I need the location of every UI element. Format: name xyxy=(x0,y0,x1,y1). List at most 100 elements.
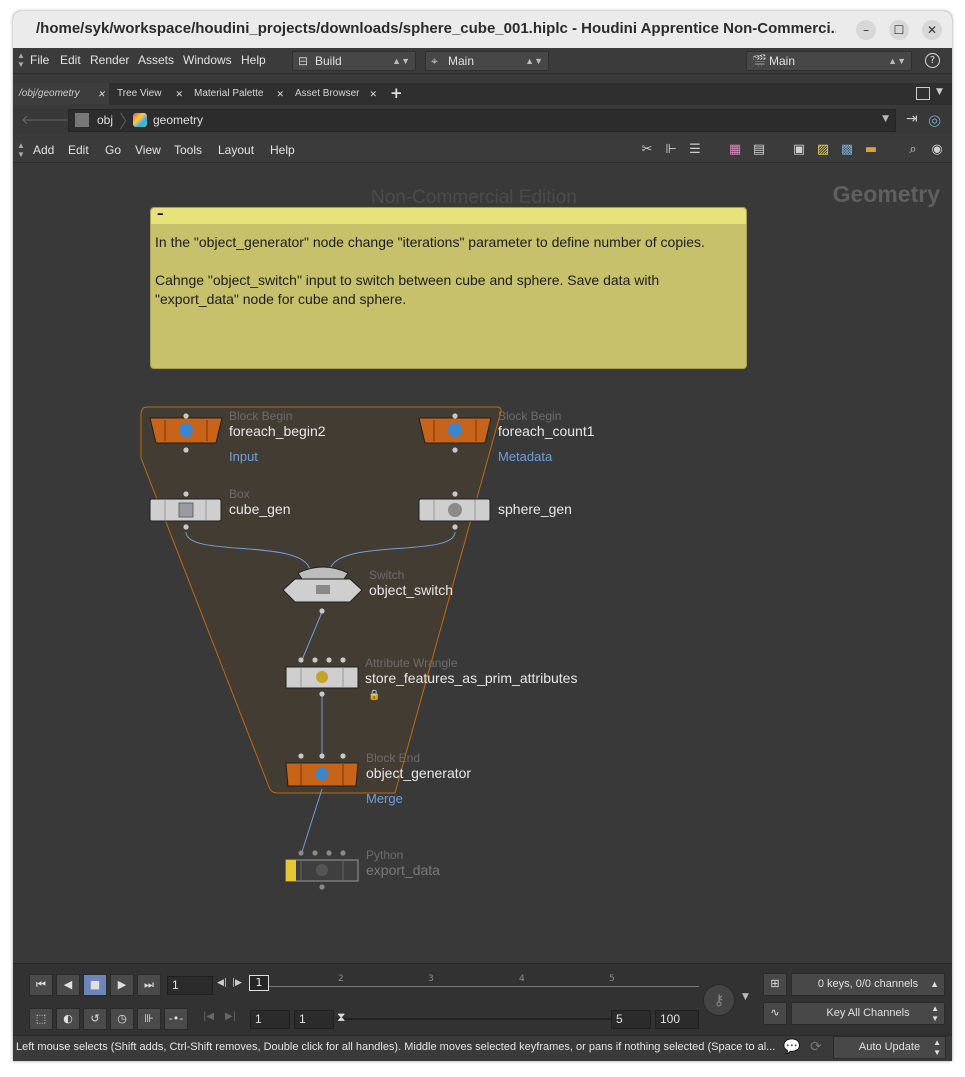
range-slider[interactable]: ⧗ xyxy=(337,1010,613,1025)
auto-update-dropdown[interactable]: Auto Update ▲ ▼ xyxy=(833,1036,946,1059)
menu-edit[interactable]: Edit xyxy=(60,53,81,67)
node-name-label[interactable]: object_generator xyxy=(366,765,471,781)
net-menu-layout[interactable]: Layout xyxy=(218,143,254,157)
key-options-button[interactable]: -•- xyxy=(164,1008,188,1030)
menu-assets[interactable]: Assets xyxy=(138,53,174,67)
desktop-dropdown[interactable]: ⊟ Build ▲▼ xyxy=(292,51,416,71)
package-icon[interactable]: ▬ xyxy=(863,142,879,158)
node-name-label[interactable]: foreach_begin2 xyxy=(229,423,326,439)
channel-list-icon[interactable]: ⊞ xyxy=(763,973,787,996)
tab-material-palette[interactable]: Material Palette ✕ xyxy=(188,83,288,105)
close-tab-icon[interactable]: ✕ xyxy=(369,83,377,105)
minimize-button[interactable]: – xyxy=(856,20,876,40)
tab-asset-browser[interactable]: Asset Browser ✕ xyxy=(289,83,381,105)
curve-editor-icon[interactable]: ∿ xyxy=(763,1002,787,1025)
key-all-channels-dropdown[interactable]: Key All Channels ▲ ▼ xyxy=(791,1002,945,1025)
eye-icon[interactable]: ◉ xyxy=(929,142,945,158)
close-tab-icon[interactable]: ✕ xyxy=(276,83,284,105)
timeline[interactable]: 1 2 3 4 5 xyxy=(249,972,699,996)
menu-windows[interactable]: Windows xyxy=(183,53,232,67)
next-key-icon[interactable]: ▶| xyxy=(225,1011,236,1022)
node-name-label[interactable]: object_switch xyxy=(369,582,453,598)
select-tool-button[interactable]: ⬚ xyxy=(29,1008,53,1030)
menu-file[interactable]: File xyxy=(30,53,49,67)
audio-button[interactable]: ◐ xyxy=(56,1008,80,1030)
tree-icon[interactable]: ⊩ xyxy=(663,142,679,158)
range-start-field[interactable]: 1 xyxy=(294,1010,334,1029)
last-frame-button[interactable]: ⏭ xyxy=(137,974,161,996)
range-end-field[interactable]: 5 xyxy=(611,1010,651,1029)
stop-button[interactable]: ■ xyxy=(83,974,107,996)
start-frame-field[interactable]: 1 xyxy=(250,1010,290,1029)
node-name-label[interactable]: cube_gen xyxy=(229,501,291,517)
network-dropdown[interactable]: ⌖ Main ▲▼ xyxy=(425,51,549,71)
network-box-icon[interactable]: ▣ xyxy=(791,142,807,158)
pin-icon[interactable]: ⇥ xyxy=(906,111,918,127)
key-icon[interactable]: ⚷ xyxy=(703,984,735,1016)
pane-layout-icon[interactable] xyxy=(916,87,930,100)
shelf-dropdown[interactable]: 🎬 Main ▲▼ xyxy=(746,51,912,71)
node-export-data xyxy=(285,850,359,890)
net-menu-help[interactable]: Help xyxy=(270,143,295,157)
network-editor[interactable]: Non-Commercial Edition Geometry – In the… xyxy=(13,163,952,963)
current-frame-marker[interactable]: 1 xyxy=(249,975,269,991)
node-name-label[interactable]: sphere_gen xyxy=(498,501,572,517)
tab-tree-view[interactable]: Tree View ✕ xyxy=(111,83,187,105)
first-frame-button[interactable]: ⏮ xyxy=(29,974,53,996)
tab-obj-geometry[interactable]: /obj/geometry ✕ xyxy=(13,83,109,105)
net-menu-add[interactable]: Add xyxy=(33,143,54,157)
net-menu-view[interactable]: View xyxy=(135,143,161,157)
grid-view-icon[interactable]: ▦ xyxy=(727,142,743,158)
end-frame-field[interactable]: 100 xyxy=(655,1010,699,1029)
help-icon[interactable]: ? xyxy=(925,53,940,68)
net-menu-go[interactable]: Go xyxy=(105,143,121,157)
menu-help[interactable]: Help xyxy=(241,53,266,67)
close-button[interactable]: ✕ xyxy=(922,20,942,40)
path-current[interactable]: geometry xyxy=(153,113,203,127)
houdini-window: /home/syk/workspace/houdini_projects/dow… xyxy=(13,11,952,1061)
net-menu-edit[interactable]: Edit xyxy=(68,143,89,157)
pane-menu-arrow-icon[interactable]: ▼ xyxy=(936,87,943,97)
node-name-label[interactable]: store_features_as_prim_attributes xyxy=(365,670,577,686)
prev-key-icon[interactable]: |◀ xyxy=(203,1011,214,1022)
add-tab-icon[interactable]: + xyxy=(390,84,403,102)
node-name-label[interactable]: export_data xyxy=(366,862,440,878)
path-field[interactable]: obj 〉 geometry ▼ xyxy=(68,109,896,133)
clock-button[interactable]: ◷ xyxy=(110,1008,134,1030)
key-dropdown-icon[interactable]: ▼ xyxy=(742,992,749,1002)
range-button[interactable]: ⊪ xyxy=(137,1008,161,1030)
refresh-icon[interactable]: ⟳ xyxy=(810,1039,822,1055)
step-back-icon[interactable]: ◀| xyxy=(217,978,227,988)
close-tab-icon[interactable]: ✕ xyxy=(175,83,183,105)
net-menu-tools[interactable]: Tools xyxy=(174,143,202,157)
network-dropdown-value: Main xyxy=(448,54,475,68)
search-icon[interactable]: ⌕ xyxy=(905,142,921,158)
window-title: /home/syk/workspace/houdini_projects/dow… xyxy=(36,20,836,37)
speech-bubble-icon[interactable]: 💬 xyxy=(783,1039,800,1055)
path-dropdown-icon[interactable]: ▼ xyxy=(882,114,889,124)
list-icon[interactable]: ☰ xyxy=(687,142,703,158)
range-handle-icon[interactable]: ⧗ xyxy=(337,1010,345,1025)
up-arrow-icon: ▲ xyxy=(930,979,939,989)
wrench-icon[interactable]: ✂ xyxy=(639,142,655,158)
timeline-tick: 2 xyxy=(338,974,344,984)
menu-render[interactable]: Render xyxy=(90,53,129,67)
close-tab-icon[interactable]: ✕ xyxy=(97,83,105,105)
node-sub-label: Input xyxy=(229,449,258,464)
detail-view-icon[interactable]: ▤ xyxy=(751,142,767,158)
path-root[interactable]: obj xyxy=(97,113,113,127)
keys-info-display[interactable]: 0 keys, 0/0 channels ▲ xyxy=(791,973,945,996)
play-reverse-button[interactable]: ◀ xyxy=(56,974,80,996)
image-icon[interactable]: ▩ xyxy=(839,142,855,158)
link-icon[interactable]: ◎ xyxy=(928,111,941,129)
realtime-button[interactable]: ↺ xyxy=(83,1008,107,1030)
step-forward-icon[interactable]: |▶ xyxy=(232,978,242,988)
geometry-node-icon xyxy=(133,113,147,127)
play-button[interactable]: ▶ xyxy=(110,974,134,996)
updown-arrow-icon: ▲▼ xyxy=(888,56,906,66)
shelf-dropdown-value: Main xyxy=(769,54,796,68)
sticky-note-icon[interactable]: ▨ xyxy=(815,142,831,158)
current-frame-field[interactable]: 1 xyxy=(167,976,213,995)
maximize-button[interactable]: ☐ xyxy=(889,20,909,40)
node-name-label[interactable]: foreach_count1 xyxy=(498,423,595,439)
